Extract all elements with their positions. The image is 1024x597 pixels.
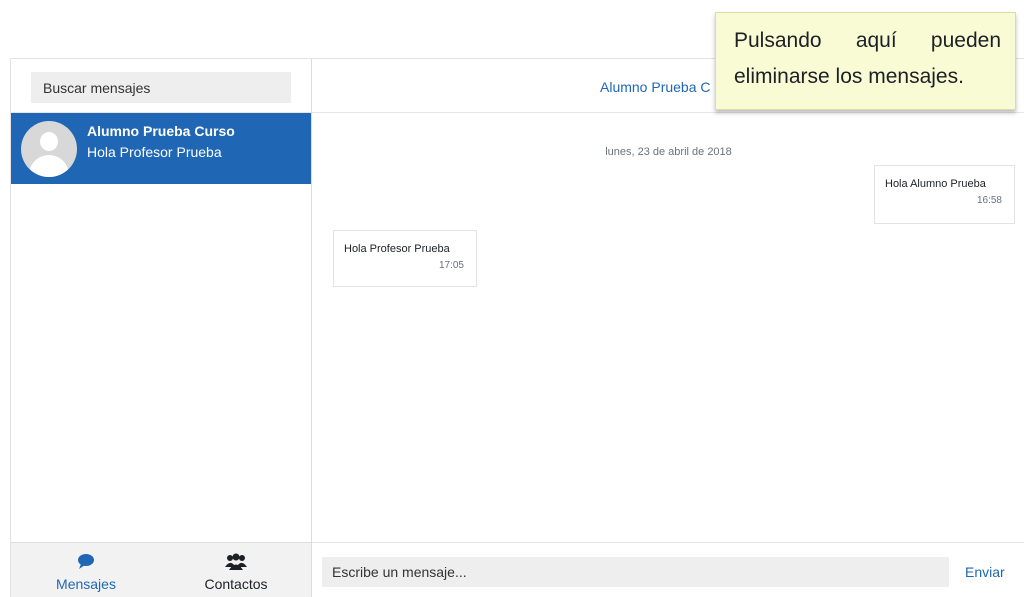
message-bubble-received[interactable]: Hola Profesor Prueba 17:05 <box>333 230 477 287</box>
sidebar: Alumno Prueba Curso Hola Profesor Prueba… <box>11 59 312 597</box>
avatar-head <box>40 132 58 151</box>
conversation-panel: Alumno Prueba C lunes, 23 de abril de 20… <box>312 59 1024 597</box>
tab-messages[interactable]: Mensajes <box>11 543 161 597</box>
contact-name-link[interactable]: Alumno Prueba C <box>600 79 711 95</box>
help-tooltip: Pulsando aquí pueden eliminarse los mens… <box>715 12 1016 110</box>
send-button[interactable]: Enviar <box>965 564 1005 580</box>
tooltip-line-1: Pulsando aquí pueden <box>734 23 1001 59</box>
tooltip-word: pueden <box>930 29 1001 52</box>
conversation-preview: Hola Profesor Prueba <box>87 144 222 160</box>
tab-messages-label: Mensajes <box>56 576 116 592</box>
conversation-item[interactable]: Alumno Prueba Curso Hola Profesor Prueba <box>11 113 311 184</box>
search-input[interactable] <box>31 72 291 103</box>
date-separator: lunes, 23 de abril de 2018 <box>605 146 732 158</box>
chat-bubble-icon <box>78 554 94 569</box>
tab-contacts-label: Contactos <box>204 576 268 592</box>
tooltip-word: Pulsando <box>734 29 822 52</box>
tooltip-line-2: eliminarse los mensajes. <box>734 65 964 88</box>
message-text: Hola Profesor Prueba <box>344 243 450 255</box>
message-text: Hola Alumno Prueba <box>885 178 986 190</box>
messaging-app: Alumno Prueba Curso Hola Profesor Prueba… <box>10 58 1024 597</box>
message-composer: Enviar <box>312 542 1024 597</box>
message-bubble-sent[interactable]: Hola Alumno Prueba 16:58 <box>874 165 1015 224</box>
tab-contacts[interactable]: Contactos <box>161 543 311 597</box>
search-bar <box>11 59 311 113</box>
bottom-nav: Mensajes Contactos <box>11 542 311 597</box>
message-time: 16:58 <box>976 195 1002 206</box>
avatar-body <box>29 155 69 177</box>
avatar <box>21 121 77 177</box>
conversation-name: Alumno Prueba Curso <box>87 123 235 139</box>
users-icon <box>225 553 247 570</box>
tooltip-word: aquí <box>855 29 897 52</box>
message-time: 17:05 <box>438 260 464 271</box>
message-input[interactable] <box>322 557 949 587</box>
